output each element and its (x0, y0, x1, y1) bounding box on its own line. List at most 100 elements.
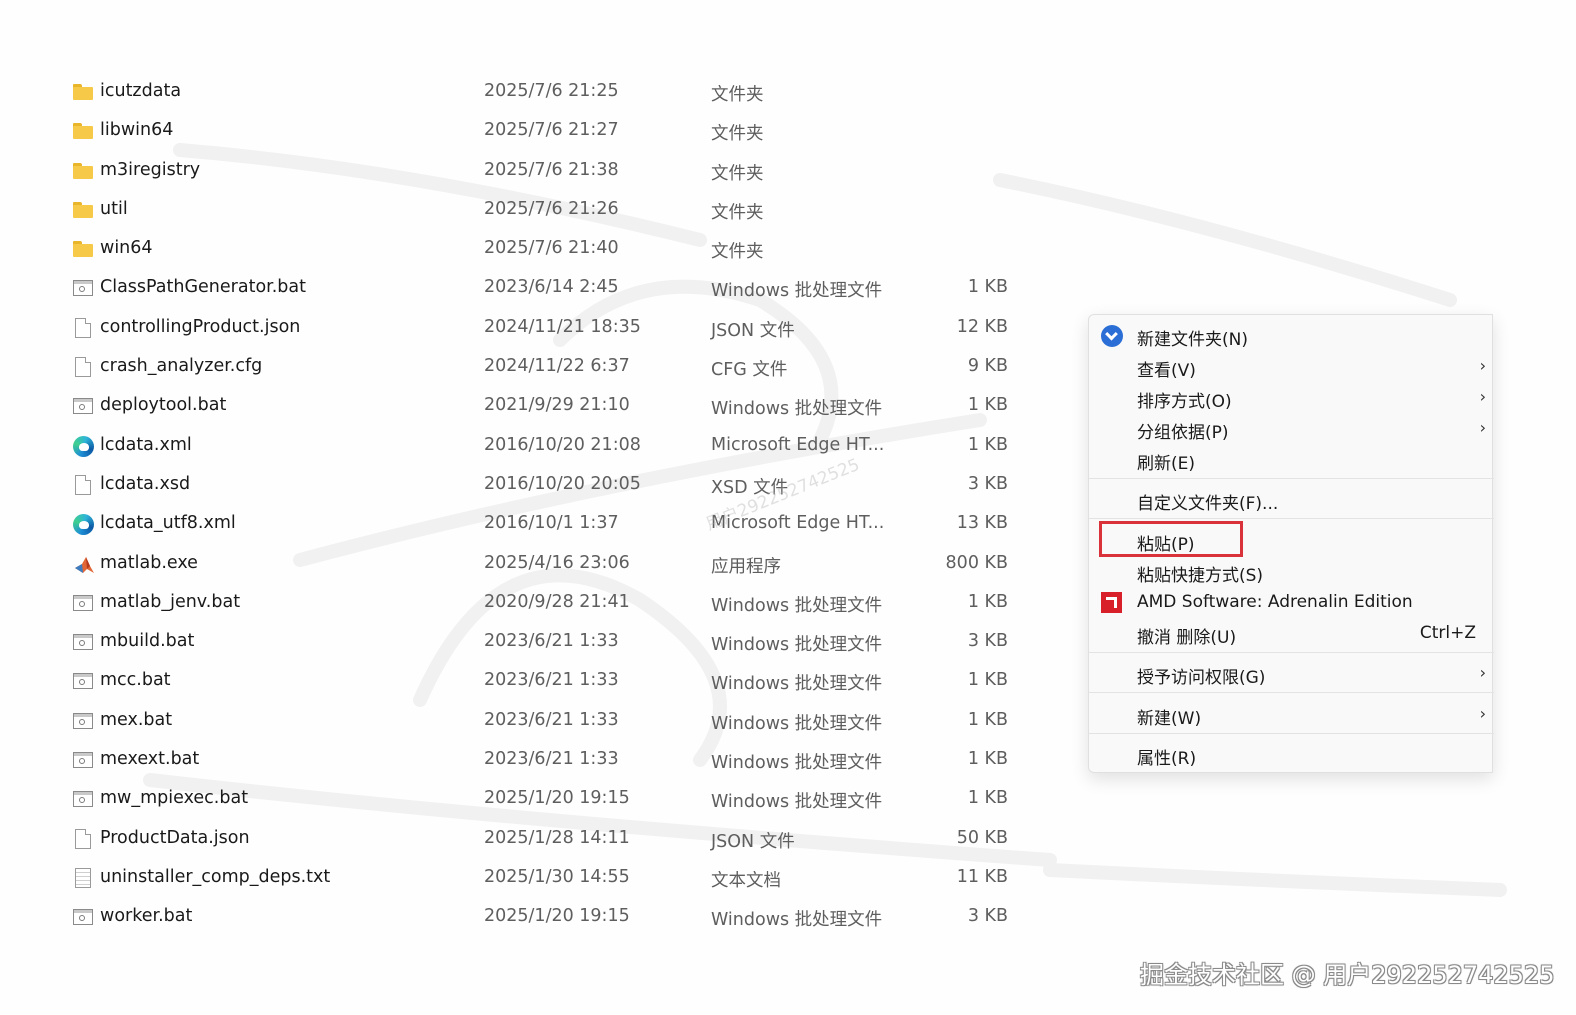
file-date-modified: 2023/6/14 2:45 (484, 277, 619, 298)
file-size: 11 KB (956, 866, 1008, 887)
batch-file-icon (73, 907, 95, 929)
file-row[interactable]: controllingProduct.json 2024/11/21 18:35 J… (60, 309, 1050, 348)
file-size: 1 KB (967, 591, 1008, 612)
file-name: matlab.exe (100, 552, 198, 573)
menu-label: AMD Software: Adrenalin Edition (1137, 592, 1413, 612)
file-size: 3 KB (967, 906, 1008, 927)
file-name: lcdata_utf8.xml (100, 513, 236, 534)
menu-label: 属性(R) (1137, 749, 1197, 769)
file-size: 3 KB (967, 631, 1008, 652)
file-size: 50 KB (956, 827, 1008, 848)
batch-file-icon (73, 789, 95, 811)
file-size: 1 KB (967, 749, 1008, 770)
file-type: 文本文档 (711, 870, 781, 891)
file-size: 1 KB (967, 277, 1008, 298)
menu-item-amd-software[interactable]: AMD Software: Adrenalin Edition (1089, 587, 1494, 618)
file-row[interactable]: m3iregistry 2025/7/6 21:38 文件夹 (60, 152, 1050, 191)
file-row[interactable]: lcdata.xml 2016/10/20 21:08 Microsoft Edge… (60, 427, 1050, 466)
folder-icon (73, 239, 95, 261)
file-row[interactable]: uninstaller_comp_deps.txt 2025/1/30 14:55… (60, 859, 1050, 898)
file-row[interactable]: mcc.bat 2023/6/21 1:33 Windows 批处理文件 1 KB (60, 662, 1050, 701)
file-name: mcc.bat (100, 670, 171, 691)
file-row[interactable]: win64 2025/7/6 21:40 文件夹 (60, 230, 1050, 269)
file-date-modified: 2025/7/6 21:40 (484, 238, 619, 259)
file-size: 12 KB (956, 316, 1008, 337)
file-type: Microsoft Edge HT... (711, 434, 885, 455)
file-row[interactable]: mexext.bat 2023/6/21 1:33 Windows 批处理文件 1 K… (60, 741, 1050, 780)
menu-separator (1089, 478, 1494, 479)
menu-separator (1089, 692, 1494, 693)
file-name: matlab_jenv.bat (100, 591, 241, 612)
edge-icon (73, 435, 95, 458)
file-row[interactable]: worker.bat 2025/1/20 19:15 Windows 批处理文件 3 … (60, 898, 1050, 937)
file-name: ClassPathGenerator.bat (100, 277, 307, 298)
menu-item-group-by[interactable]: 分组依据(P) › (1089, 413, 1494, 444)
menu-label: 粘贴快捷方式(S) (1137, 566, 1264, 586)
paste-highlight-annotation (1099, 521, 1243, 557)
file-type: 文件夹 (711, 163, 764, 184)
menu-label: 查看(V) (1137, 361, 1196, 381)
menu-item-view[interactable]: 查看(V) › (1089, 351, 1494, 382)
file-type: CFG 文件 (711, 360, 788, 381)
file-type: Windows 批处理文件 (711, 674, 883, 695)
menu-item-customize-folder[interactable]: 自定义文件夹(F)... (1089, 484, 1494, 515)
menu-label: 授予访问权限(G) (1137, 668, 1266, 688)
file-row[interactable]: matlab_jenv.bat 2020/9/28 21:41 Windows 批处… (60, 584, 1050, 623)
file-type: Windows 批处理文件 (711, 713, 883, 734)
menu-item-refresh[interactable]: 刷新(E) (1089, 444, 1494, 475)
menu-label: 分组依据(P) (1137, 423, 1229, 443)
menu-item-sort-by[interactable]: 排序方式(O) › (1089, 382, 1494, 413)
file-row[interactable]: lcdata.xsd 2016/10/20 20:05 XSD 文件 3 KB (60, 466, 1050, 505)
menu-item-undo-delete[interactable]: 撤消 删除(U) Ctrl+Z (1089, 618, 1494, 649)
batch-file-icon (73, 671, 95, 693)
file-row[interactable]: ClassPathGenerator.bat 2023/6/14 2:45 Wind… (60, 269, 1050, 308)
file-type: 文件夹 (711, 242, 764, 263)
batch-file-icon (73, 632, 95, 654)
batch-file-icon (73, 711, 95, 733)
file-size: 1 KB (967, 395, 1008, 416)
batch-file-icon (73, 750, 95, 772)
batch-file-icon (73, 278, 95, 300)
file-name: mex.bat (100, 709, 173, 730)
file-type: Windows 批处理文件 (711, 910, 883, 931)
menu-label: 新建(W) (1137, 709, 1202, 729)
document-icon (73, 474, 95, 497)
file-date-modified: 2024/11/22 6:37 (484, 356, 630, 377)
new-folder-icon (1101, 325, 1123, 347)
file-size: 3 KB (967, 473, 1008, 494)
menu-separator (1089, 518, 1494, 519)
menu-item-give-access[interactable]: 授予访问权限(G) › (1089, 658, 1494, 689)
chevron-right-icon: › (1479, 356, 1486, 375)
file-type: Windows 批处理文件 (711, 399, 883, 420)
file-date-modified: 2020/9/28 21:41 (484, 591, 630, 612)
menu-item-properties[interactable]: 属性(R) (1089, 739, 1494, 770)
menu-item-paste-shortcut[interactable]: 粘贴快捷方式(S) (1089, 556, 1494, 587)
file-row[interactable]: deploytool.bat 2021/9/29 21:10 Windows 批处理… (60, 387, 1050, 426)
document-icon (73, 828, 95, 851)
file-date-modified: 2025/1/30 14:55 (484, 866, 630, 887)
file-date-modified: 2025/1/20 19:15 (484, 788, 630, 809)
menu-item-new[interactable]: 新建(W) › (1089, 699, 1494, 730)
file-type: JSON 文件 (711, 831, 795, 852)
file-row[interactable]: crash_analyzer.cfg 2024/11/22 6:37 CFG 文件 9… (60, 348, 1050, 387)
file-row[interactable]: mex.bat 2023/6/21 1:33 Windows 批处理文件 1 KB (60, 702, 1050, 741)
file-row[interactable]: libwin64 2025/7/6 21:27 文件夹 (60, 112, 1050, 151)
menu-label: 刷新(E) (1137, 454, 1196, 474)
file-row[interactable]: matlab.exe 2025/4/16 23:06 应用程序 800 KB (60, 545, 1050, 584)
file-row[interactable]: util 2025/7/6 21:26 文件夹 (60, 191, 1050, 230)
file-list: icutzdata 2025/7/6 21:25 文件夹 libwin64 2025/7… (60, 73, 1050, 938)
file-row[interactable]: mw_mpiexec.bat 2025/1/20 19:15 Windows 批处理… (60, 780, 1050, 819)
menu-label: 排序方式(O) (1137, 392, 1232, 412)
file-type: JSON 文件 (711, 320, 795, 341)
file-row[interactable]: lcdata_utf8.xml 2016/10/1 1:37 Microsoft E… (60, 505, 1050, 544)
file-date-modified: 2025/7/6 21:26 (484, 198, 619, 219)
file-size: 9 KB (967, 356, 1008, 377)
file-size: 1 KB (967, 709, 1008, 730)
file-row[interactable]: mbuild.bat 2023/6/21 1:33 Windows 批处理文件 3 K… (60, 623, 1050, 662)
file-name: icutzdata (100, 81, 182, 101)
file-row[interactable]: ProductData.json 2025/1/28 14:11 JSON 文件 50… (60, 820, 1050, 859)
file-row[interactable]: icutzdata 2025/7/6 21:25 文件夹 (60, 73, 1050, 112)
file-type: 文件夹 (711, 85, 764, 105)
file-date-modified: 2025/1/20 19:15 (484, 906, 630, 927)
menu-item-new-folder[interactable]: 新建文件夹(N) (1089, 320, 1494, 351)
